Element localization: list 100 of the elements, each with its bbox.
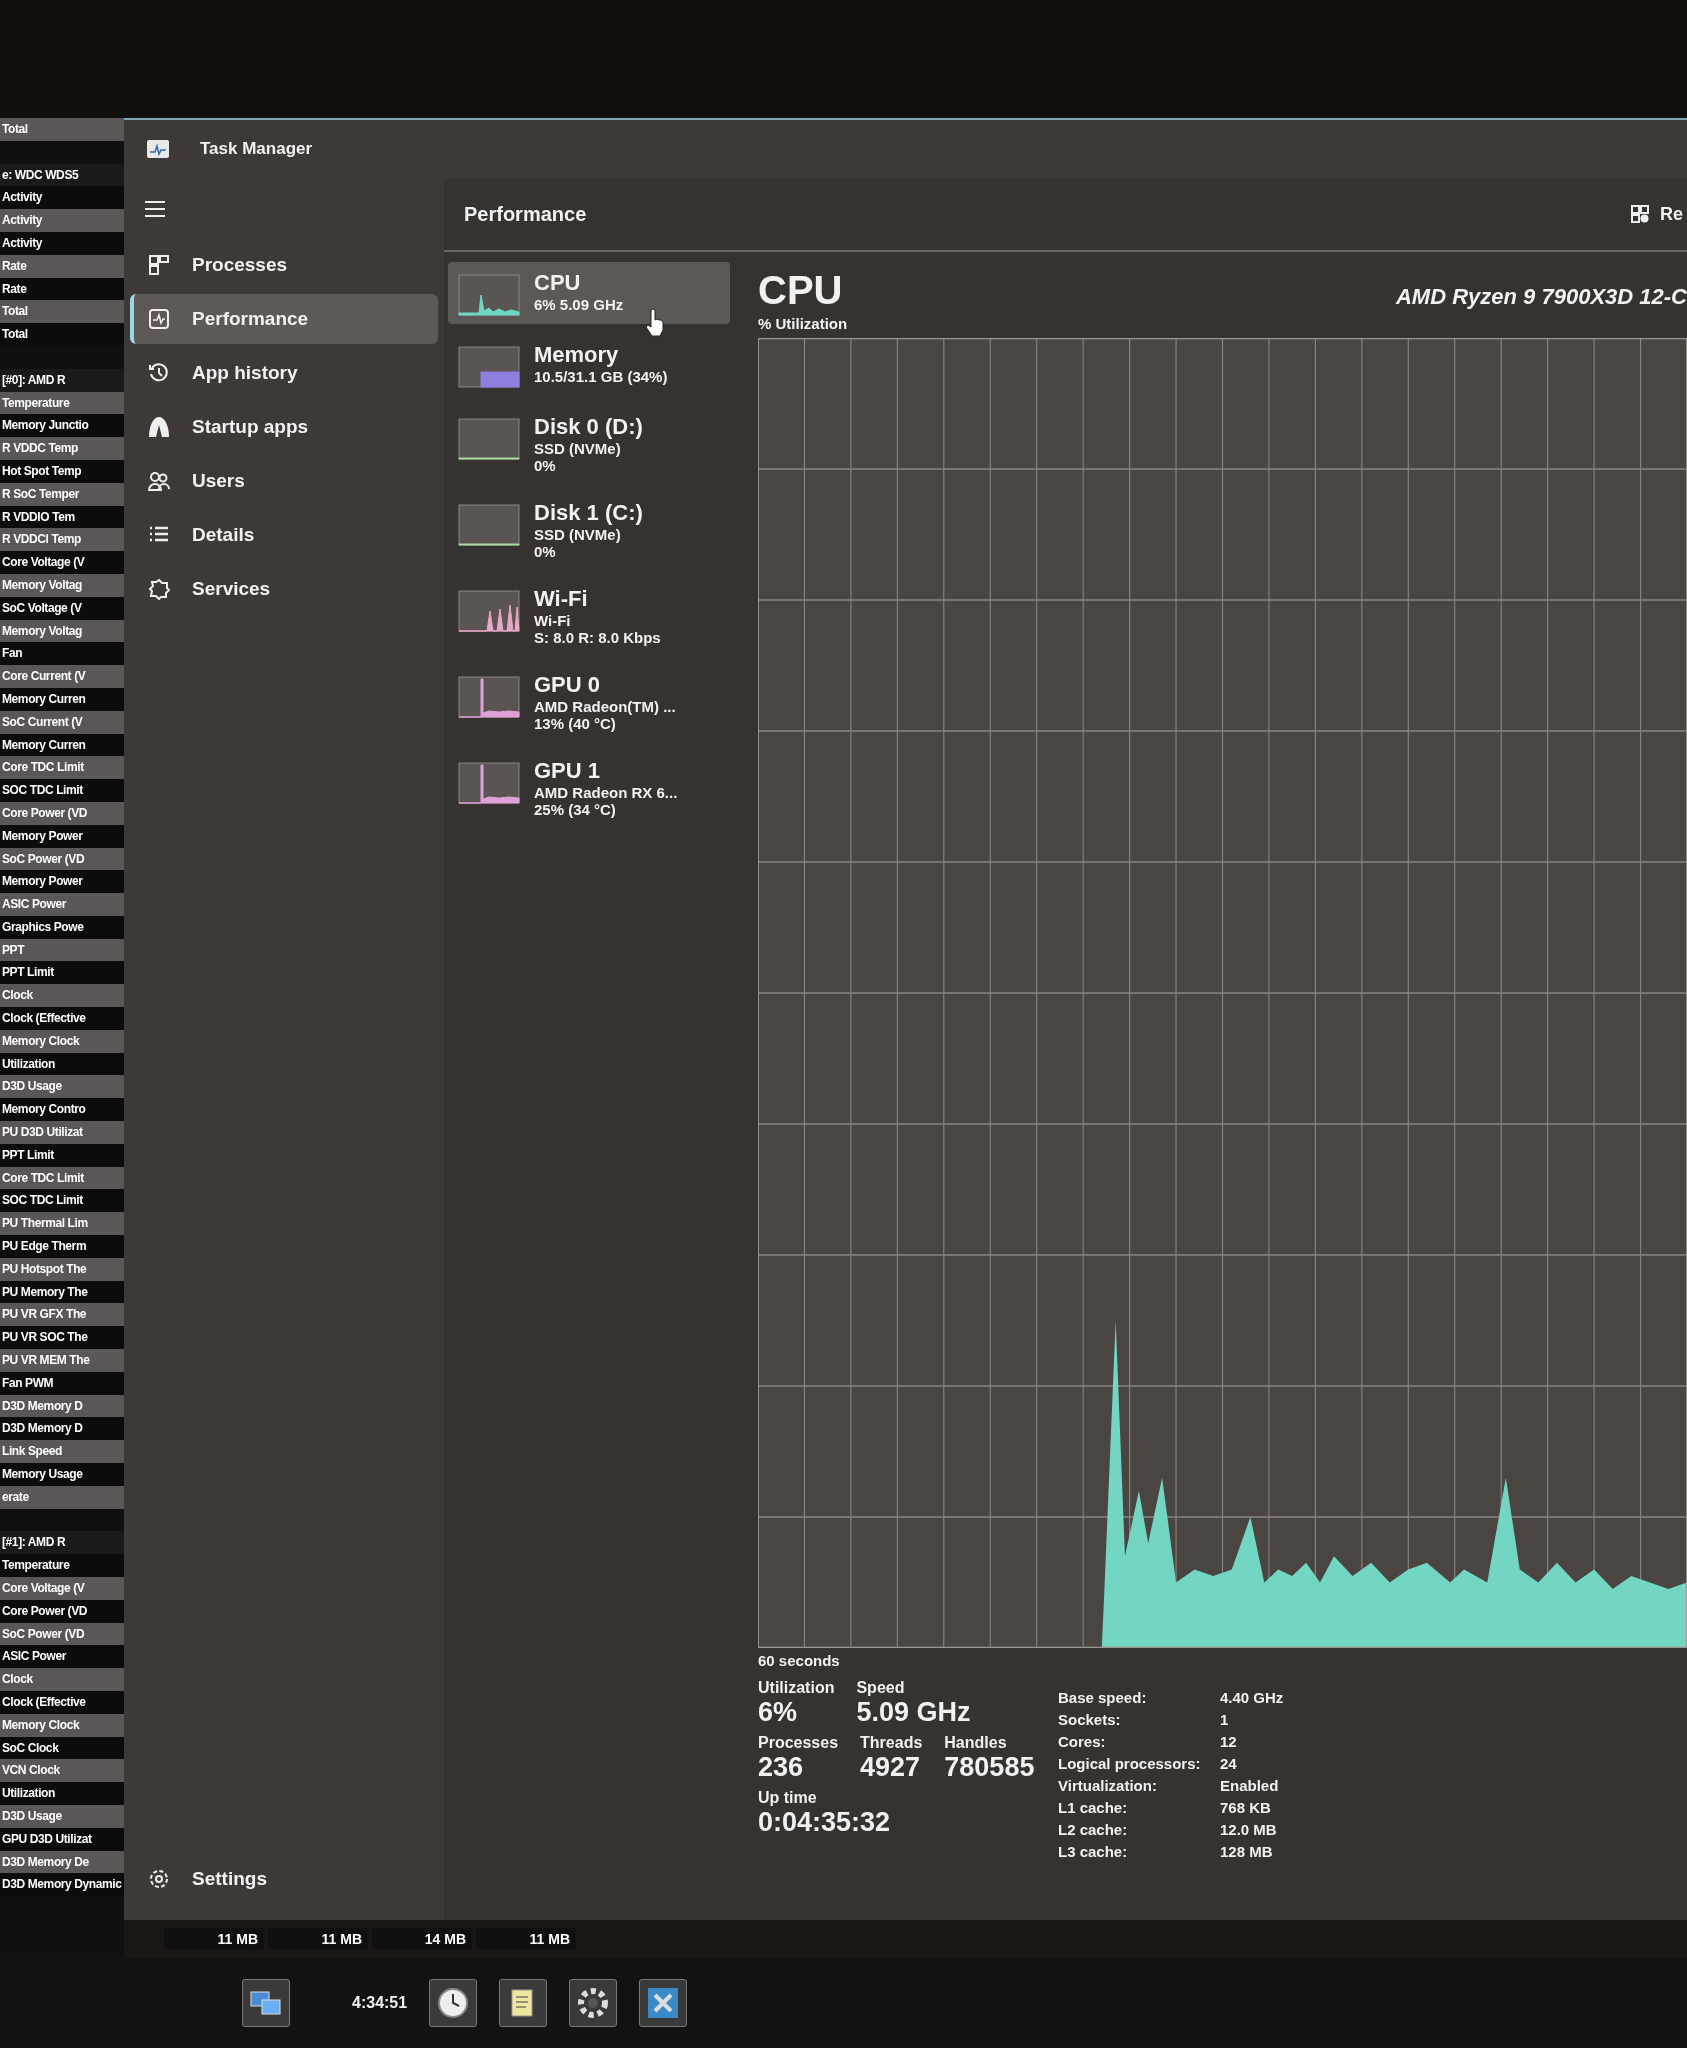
performance-icon bbox=[148, 308, 170, 330]
sensor-row: D3D Memory D bbox=[0, 1417, 124, 1441]
device-name: CPU bbox=[534, 270, 582, 296]
sensor-row: Rate bbox=[0, 254, 124, 278]
sensor-row: Activity bbox=[0, 232, 124, 255]
sensor-row: Core TDC Limit bbox=[0, 756, 124, 780]
device-item[interactable]: Disk 0 (D:) SSD (NVMe) 0% bbox=[448, 406, 730, 482]
app-icon bbox=[146, 139, 170, 159]
close-icon[interactable] bbox=[639, 1979, 688, 2027]
device-name: GPU 1 bbox=[534, 758, 602, 784]
device-detail: 0% bbox=[534, 457, 557, 474]
sensor-row: ASIC Power bbox=[0, 1645, 124, 1669]
sensor-row: SoC Power (VD bbox=[0, 1622, 124, 1646]
device-detail: 13% (40 °C) bbox=[534, 715, 617, 732]
sensor-row: Rate bbox=[0, 277, 124, 301]
table-cell: 11 MB bbox=[476, 1928, 576, 1950]
menu-icon[interactable] bbox=[144, 200, 166, 218]
mini-graph bbox=[458, 504, 520, 546]
sensor-row: Memory Curren bbox=[0, 733, 124, 757]
sensor-row: PU Memory The bbox=[0, 1280, 124, 1304]
spec-value: 12 bbox=[1220, 1732, 1238, 1752]
sensor-row: Total bbox=[0, 300, 124, 324]
sensor-row: Memory Junctio bbox=[0, 414, 124, 438]
sensor-group-header: [#0]: AMD R bbox=[0, 368, 124, 392]
stat-value: 5.09 GHz bbox=[856, 1697, 971, 1728]
sensor-row: R VDDCI Temp bbox=[0, 528, 124, 552]
nav-item[interactable]: App history bbox=[130, 348, 438, 398]
sensor-row: Core TDC Limit bbox=[0, 1166, 124, 1190]
device-item[interactable]: Memory 10.5/31.1 GB (34%) bbox=[448, 334, 730, 396]
mini-graph bbox=[458, 762, 520, 804]
spec-label: Base speed: bbox=[1058, 1688, 1148, 1708]
cpu-title: CPU bbox=[758, 268, 843, 313]
sensor-row: PU D3D Utilizat bbox=[0, 1121, 124, 1144]
sensor-row: Memory Clock bbox=[0, 1029, 124, 1053]
spec-value: 768 KB bbox=[1220, 1798, 1272, 1818]
sensor-row: Core Voltage (V bbox=[0, 551, 124, 574]
sensor-row: Temperature bbox=[0, 1554, 124, 1577]
table-cell: 14 MB bbox=[372, 1928, 472, 1950]
stat-label: Handles bbox=[944, 1734, 1008, 1752]
sensor-row: PU Thermal Lim bbox=[0, 1212, 124, 1236]
clock-icon[interactable] bbox=[429, 1979, 478, 2027]
spec-label: L2 cache: bbox=[1058, 1820, 1129, 1840]
sensor-row: Core Current (V bbox=[0, 665, 124, 688]
sensor-row: PU VR GFX The bbox=[0, 1303, 124, 1327]
sensor-row: Graphics Powe bbox=[0, 915, 124, 939]
sensor-row: R VDDIO Tem bbox=[0, 505, 124, 529]
sensor-row: Clock bbox=[0, 1668, 124, 1691]
sensor-row: VCN Clock bbox=[0, 1759, 124, 1783]
window-switch-icon[interactable] bbox=[242, 1979, 290, 2027]
notepad-icon[interactable] bbox=[499, 1979, 548, 2027]
sensor-row: Activity bbox=[0, 186, 124, 210]
spec-value: 12.0 MB bbox=[1220, 1820, 1278, 1840]
device-detail: 0% bbox=[534, 543, 557, 560]
sensor-row: PU VR SOC The bbox=[0, 1326, 124, 1350]
sensor-row: ASIC Power bbox=[0, 893, 124, 916]
run-task-button[interactable]: Re bbox=[1620, 195, 1687, 233]
clock-time: 4:34:51 bbox=[352, 1994, 408, 2012]
sensor-row: Memory Power bbox=[0, 870, 124, 894]
sensor-row: Utilization bbox=[0, 1782, 124, 1805]
device-item[interactable]: GPU 0 AMD Radeon(TM) ... 13% (40 °C) bbox=[448, 664, 730, 740]
sensor-row: SoC Clock bbox=[0, 1736, 124, 1760]
stat-value: 6% bbox=[758, 1697, 799, 1728]
device-detail: 6% 5.09 GHz bbox=[534, 296, 624, 313]
sensor-row: SoC Current (V bbox=[0, 710, 124, 734]
sensor-row: Memory Usage bbox=[0, 1463, 124, 1486]
settings-icon[interactable] bbox=[569, 1979, 618, 2027]
sensor-row: Core Power (VD bbox=[0, 801, 124, 825]
device-item[interactable]: Disk 1 (C:) SSD (NVMe) 0% bbox=[448, 492, 730, 568]
settings-item[interactable]: Settings bbox=[130, 1854, 438, 1904]
sensor-row: Link Speed bbox=[0, 1440, 124, 1463]
sensor-row: PU Hotspot The bbox=[0, 1257, 124, 1281]
sensor-row: Fan PWM bbox=[0, 1371, 124, 1395]
sensor-row: Fan bbox=[0, 642, 124, 666]
device-item[interactable]: GPU 1 AMD Radeon RX 6... 25% (34 °C) bbox=[448, 750, 730, 826]
mini-graph bbox=[458, 274, 520, 316]
stat-label: Speed bbox=[856, 1679, 906, 1697]
nav-item[interactable]: Services bbox=[130, 564, 438, 614]
sensor-group-header: [#1]: AMD R bbox=[0, 1531, 124, 1555]
stat-label: Up time bbox=[758, 1789, 818, 1807]
device-name: Disk 0 (D:) bbox=[534, 414, 643, 440]
mini-graph bbox=[458, 418, 520, 460]
sensor-row: GPU D3D Utilizat bbox=[0, 1827, 124, 1851]
sensor-row: Total bbox=[0, 118, 124, 141]
spec-label: Virtualization: bbox=[1058, 1776, 1158, 1796]
nav-item[interactable]: Details bbox=[130, 510, 438, 560]
nav-item[interactable]: Performance bbox=[130, 294, 438, 344]
nav-item[interactable]: Startup apps bbox=[130, 402, 438, 452]
spec-value: 4.40 GHz bbox=[1220, 1688, 1284, 1708]
device-item[interactable]: Wi-Fi Wi-Fi S: 8.0 R: 8.0 Kbps bbox=[448, 578, 730, 654]
nav-item[interactable]: Processes bbox=[130, 240, 438, 290]
spec-label: Sockets: bbox=[1058, 1710, 1122, 1730]
processes-icon bbox=[148, 254, 170, 276]
new-task-icon bbox=[1630, 204, 1650, 224]
nav-item[interactable]: Users bbox=[130, 456, 438, 506]
device-detail: AMD Radeon(TM) ... bbox=[534, 698, 676, 715]
table-cell: 11 MB bbox=[164, 1928, 264, 1950]
sensor-row: SoC Voltage (V bbox=[0, 596, 124, 620]
sensor-row: Memory Power bbox=[0, 824, 124, 848]
stat-label: Threads bbox=[860, 1734, 923, 1752]
stat-value: 4927 bbox=[860, 1752, 922, 1783]
